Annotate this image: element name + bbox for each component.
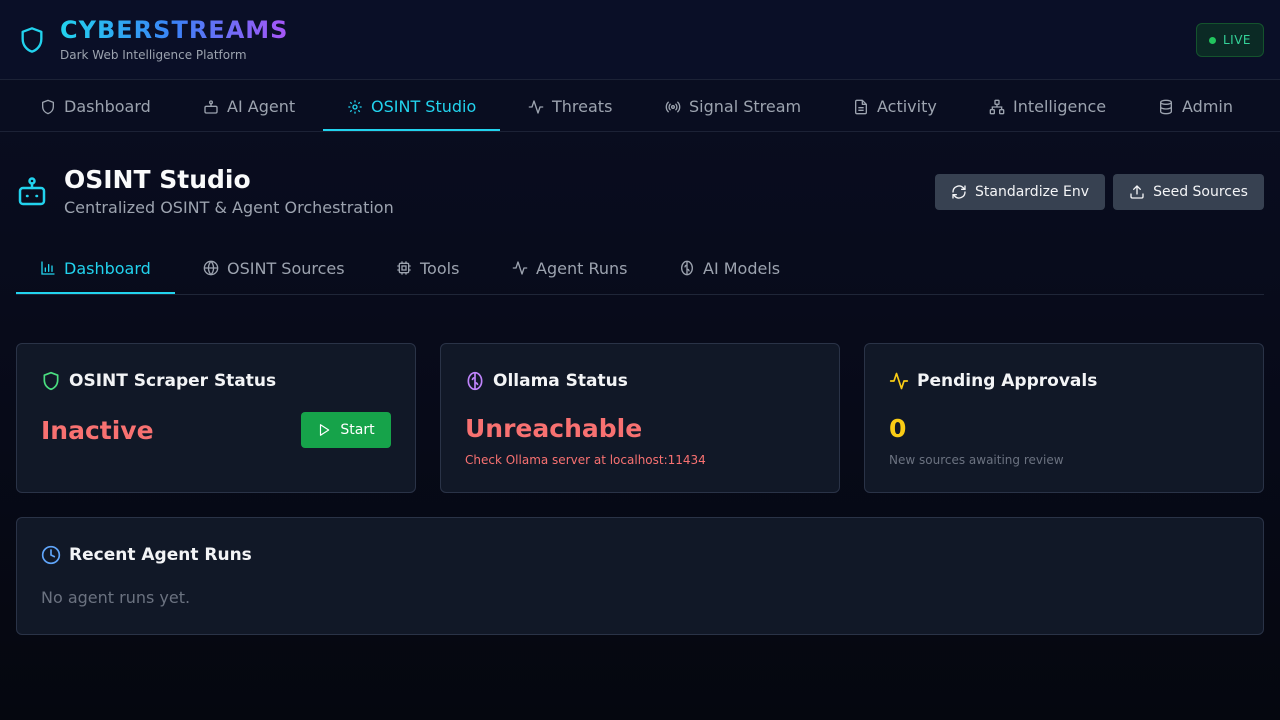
ollama-note: Check Ollama server at localhost:11434: [465, 453, 706, 467]
play-icon: [320, 424, 330, 436]
database-icon: [1160, 99, 1172, 114]
activity-icon: [889, 372, 909, 390]
clock-icon: [41, 545, 61, 565]
card-title: Recent Agent Runs: [41, 545, 252, 565]
bar-chart-icon: [41, 261, 55, 275]
card-title: Pending Approvals: [889, 371, 1097, 391]
scraper-status-value: Inactive: [41, 416, 154, 445]
ollama-status-value: Unreachable: [465, 414, 643, 443]
tab-active-indicator: [16, 292, 175, 294]
brain-icon: [467, 371, 483, 391]
nav-item-activity[interactable]: Activity: [853, 81, 937, 132]
nav-item-osint-studio[interactable]: OSINT Studio: [347, 81, 476, 132]
studio-tabs: Dashboard OSINT Sources Tools Agent Runs…: [16, 242, 1264, 295]
app-header: CYBERSTREAMS Dark Web Intelligence Platf…: [0, 0, 1280, 80]
refresh-icon: [952, 185, 966, 199]
gear-icon: [348, 99, 362, 114]
ollama-title: Ollama Status: [493, 371, 628, 391]
nav-label: Threats: [552, 97, 613, 116]
tab-label: AI Models: [703, 258, 781, 278]
card-title: Ollama Status: [465, 371, 628, 391]
page-title: OSINT Studio: [64, 165, 251, 194]
recent-runs-card: Recent Agent Runs No agent runs yet.: [16, 517, 1264, 635]
shield-icon: [21, 27, 43, 53]
main-nav: Dashboard AI Agent OSINT Studio Threats …: [0, 81, 1280, 132]
nav-label: Activity: [877, 97, 937, 116]
seed-sources-button[interactable]: Seed Sources: [1113, 174, 1264, 210]
cpu-icon: [397, 261, 411, 275]
scraper-status-card: OSINT Scraper Status Inactive Start: [16, 343, 416, 493]
tab-osint-sources[interactable]: OSINT Sources: [203, 242, 345, 294]
scraper-title: OSINT Scraper Status: [69, 371, 277, 391]
nav-active-indicator: [323, 129, 500, 131]
nav-label: Dashboard: [64, 97, 151, 116]
tab-label: Tools: [420, 258, 460, 278]
approvals-count: 0: [889, 414, 907, 443]
pending-approvals-card: Pending Approvals 0 New sources awaiting…: [864, 343, 1264, 493]
standardize-env-button[interactable]: Standardize Env: [935, 174, 1105, 210]
nav-label: Admin: [1182, 97, 1233, 116]
robot-icon: [204, 99, 218, 114]
upload-icon: [1130, 185, 1144, 199]
nav-item-ai-agent[interactable]: AI Agent: [203, 81, 295, 132]
network-icon: [989, 99, 1005, 114]
tab-label: OSINT Sources: [227, 258, 345, 278]
tab-tools[interactable]: Tools: [396, 242, 459, 294]
runs-title: Recent Agent Runs: [69, 545, 252, 565]
brain-icon: [681, 260, 693, 276]
live-label: LIVE: [1222, 33, 1251, 47]
approvals-note: New sources awaiting review: [889, 453, 1064, 467]
live-status-badge: LIVE: [1196, 23, 1264, 57]
live-dot-icon: [1208, 36, 1216, 44]
nav-item-dashboard[interactable]: Dashboard: [40, 81, 151, 132]
tab-dashboard[interactable]: Dashboard: [40, 242, 151, 294]
start-label: Start: [340, 422, 375, 438]
nav-item-threats[interactable]: Threats: [528, 81, 612, 132]
globe-icon: [203, 260, 219, 276]
activity-icon: [528, 99, 544, 114]
nav-item-intelligence[interactable]: Intelligence: [989, 81, 1106, 132]
tab-label: Dashboard: [64, 258, 151, 278]
radio-icon: [665, 101, 681, 112]
seed-sources-label: Seed Sources: [1153, 184, 1248, 200]
page-subtitle: Centralized OSINT & Agent Orchestration: [64, 198, 394, 217]
nav-label: Signal Stream: [689, 97, 802, 116]
nav-label: AI Agent: [227, 97, 296, 116]
ollama-status-card: Ollama Status Unreachable Check Ollama s…: [440, 343, 840, 493]
nav-item-admin[interactable]: Admin: [1158, 81, 1233, 132]
app-subtitle: Dark Web Intelligence Platform: [60, 48, 247, 62]
nav-item-signal-stream[interactable]: Signal Stream: [665, 81, 801, 132]
approvals-title: Pending Approvals: [917, 371, 1098, 391]
activity-icon: [512, 261, 528, 275]
nav-label: Intelligence: [1013, 97, 1107, 116]
document-icon: [855, 99, 867, 114]
tab-label: Agent Runs: [536, 258, 628, 278]
standardize-env-label: Standardize Env: [975, 184, 1089, 200]
tab-agent-runs[interactable]: Agent Runs: [512, 242, 627, 294]
card-title: OSINT Scraper Status: [41, 371, 276, 391]
runs-empty-message: No agent runs yet.: [41, 588, 191, 607]
nav-label: OSINT Studio: [371, 97, 477, 116]
shield-icon: [42, 99, 54, 114]
app-title: CYBERSTREAMS: [60, 16, 289, 44]
shield-icon: [43, 371, 59, 391]
tab-ai-models[interactable]: AI Models: [679, 242, 780, 294]
start-scraper-button[interactable]: Start: [301, 412, 391, 448]
robot-icon: [18, 177, 46, 206]
